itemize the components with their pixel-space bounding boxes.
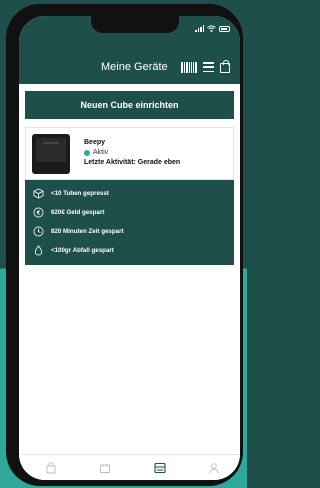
cube-icon [33, 188, 44, 199]
stat-text: 820 Minuten Zeit gespart [51, 228, 124, 235]
header-actions [181, 60, 230, 73]
phone-notch [91, 16, 179, 33]
stats-panel: <10 Tuben gepresst € 620€ Geld gespart 8… [25, 180, 234, 265]
battery-icon [219, 25, 230, 32]
stat-text: <100gr Abfall gespart [51, 247, 114, 254]
device-card[interactable]: Beepy Aktiv Letzte Aktivität: Gerade ebe… [25, 127, 234, 180]
stat-row: <100gr Abfall gespart [33, 245, 114, 256]
status-dot-icon [84, 149, 90, 156]
device-activity: Letzte Aktivität: Gerade eben [84, 159, 181, 166]
menu-icon[interactable] [203, 62, 214, 72]
stat-text: <10 Tuben gepresst [51, 190, 109, 197]
signal-icon [195, 25, 204, 32]
device-status-label: Aktiv [93, 149, 109, 156]
stat-row: 820 Minuten Zeit gespart [33, 226, 124, 237]
device-name: Beepy [84, 139, 106, 146]
stat-text: 620€ Geld gespart [51, 209, 105, 216]
drop-icon [34, 245, 43, 256]
main-content: Neuen Cube einrichten Beepy Aktiv Letzte… [19, 84, 240, 454]
wifi-icon [207, 25, 216, 32]
bag-icon[interactable] [220, 60, 230, 73]
devices-tab[interactable] [154, 462, 166, 474]
shop-tab[interactable] [45, 462, 57, 474]
cube-device-image [32, 134, 70, 174]
phone-frame: Meine Geräte Neuen Cube einrichten Beepy… [6, 4, 243, 486]
profile-tab[interactable] [208, 462, 220, 474]
app-header: Meine Geräte [19, 44, 240, 84]
euro-icon: € [33, 207, 44, 218]
cart-tab[interactable] [99, 462, 111, 474]
app-screen: Meine Geräte Neuen Cube einrichten Beepy… [19, 16, 240, 480]
stat-row: <10 Tuben gepresst [33, 188, 109, 199]
tab-bar [19, 454, 240, 480]
barcode-icon[interactable] [181, 61, 197, 73]
status-icons [195, 25, 230, 32]
setup-cube-button[interactable]: Neuen Cube einrichten [25, 91, 234, 119]
svg-text:€: € [36, 211, 41, 217]
page-title: Meine Geräte [101, 61, 168, 73]
clock-icon [33, 226, 44, 237]
device-status: Aktiv [84, 149, 108, 156]
stat-row: € 620€ Geld gespart [33, 207, 104, 218]
